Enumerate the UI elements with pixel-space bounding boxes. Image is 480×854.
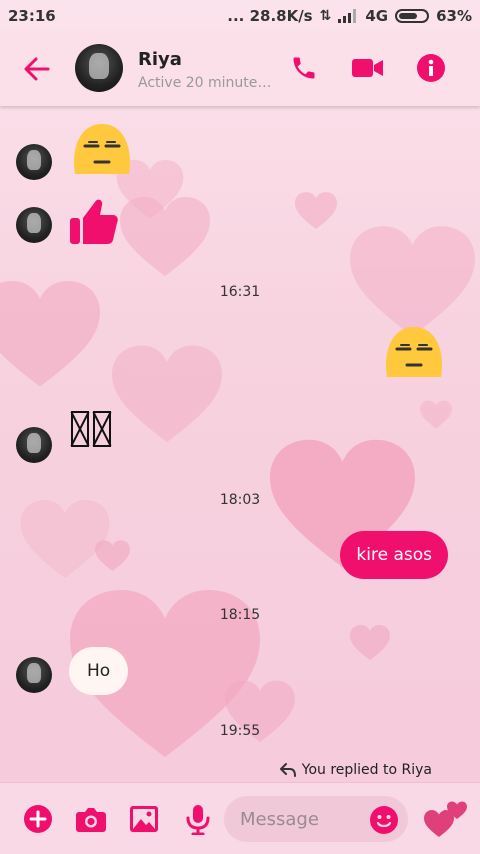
message-input-placeholder: Message <box>240 808 319 830</box>
hearts-icon[interactable] <box>424 797 468 839</box>
incoming-message-bubble[interactable]: Ho <box>69 647 129 695</box>
reply-arrow-icon <box>279 763 296 777</box>
outgoing-message-bubble[interactable]: kire asos <box>340 531 448 579</box>
thumbs-up-icon <box>70 199 118 244</box>
data-transfer-icon: ⇅ <box>319 8 332 24</box>
status-indicators: ... 28.8K/s ⇅ 4G 63% <box>227 7 472 25</box>
background-heart <box>350 625 390 661</box>
message-avatar[interactable] <box>16 144 52 180</box>
battery-icon <box>395 9 430 23</box>
background-heart <box>95 540 130 572</box>
camera-icon[interactable] <box>76 805 106 833</box>
timestamp: 18:15 <box>219 607 261 623</box>
missing-glyph-icon <box>93 411 111 447</box>
microphone-icon[interactable] <box>186 805 210 835</box>
unamused-emoji-icon <box>74 124 130 174</box>
image-icon[interactable] <box>130 805 158 833</box>
smiley-icon[interactable] <box>370 806 398 834</box>
reply-note: You replied to Riya <box>279 762 432 778</box>
video-camera-icon[interactable] <box>352 54 384 82</box>
status-bar: 23:16 ... 28.8K/s ⇅ 4G 63% <box>0 0 480 32</box>
message-avatar[interactable] <box>16 657 52 693</box>
phone-icon[interactable] <box>290 54 318 82</box>
battery-percent: 63% <box>436 7 472 25</box>
missing-glyph-icon <box>71 411 89 447</box>
composer-bar: Message <box>0 782 480 854</box>
contact-name[interactable]: Riya <box>138 49 182 70</box>
message-avatar[interactable] <box>16 207 52 243</box>
unamused-emoji-icon <box>386 327 442 377</box>
timestamp: 16:31 <box>219 284 261 300</box>
timestamp: 19:55 <box>219 723 261 739</box>
plus-icon[interactable] <box>24 805 52 833</box>
status-time: 23:16 <box>8 7 56 25</box>
background-heart <box>420 400 452 429</box>
missing-glyph-message <box>71 411 111 447</box>
background-heart <box>350 226 475 337</box>
reply-note-text: You replied to Riya <box>301 762 432 778</box>
contact-status: Active 20 minutes a... <box>138 75 278 91</box>
contact-avatar[interactable] <box>75 44 123 92</box>
background-heart <box>120 197 210 277</box>
message-avatar[interactable] <box>16 427 52 463</box>
info-icon[interactable] <box>417 54 445 82</box>
network-type: 4G <box>365 7 389 25</box>
background-heart <box>112 345 222 443</box>
signal-icon <box>338 9 357 23</box>
chat-header: Riya Active 20 minutes a... <box>0 32 480 106</box>
network-speed: ... 28.8K/s <box>227 7 313 25</box>
timestamp: 18:03 <box>219 492 261 508</box>
back-arrow-icon[interactable] <box>22 54 52 84</box>
background-heart <box>295 192 337 230</box>
